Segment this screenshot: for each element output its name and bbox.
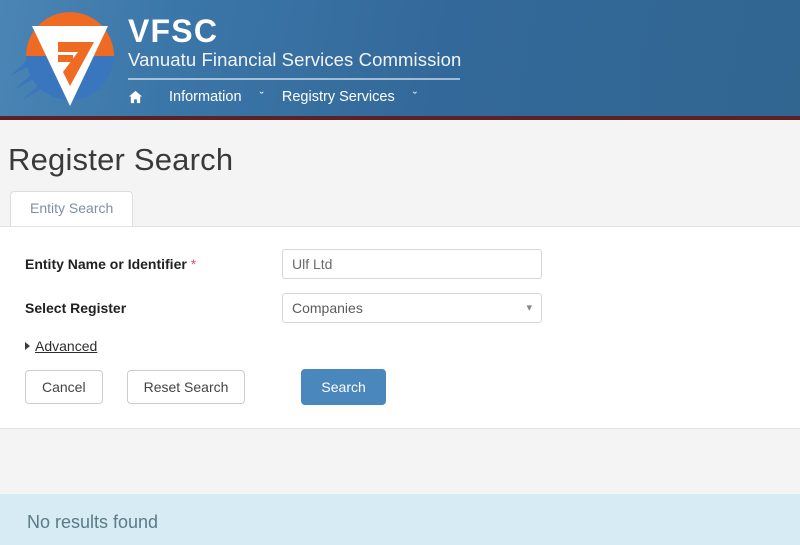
reset-search-button[interactable]: Reset Search — [126, 370, 246, 404]
form-row-select-register: Select Register Companies ▾ — [0, 293, 800, 323]
no-results-message: No results found — [0, 494, 800, 545]
results-spacer — [0, 429, 800, 494]
cancel-button[interactable]: Cancel — [25, 370, 103, 404]
label-entity-name-text: Entity Name or Identifier — [25, 256, 187, 272]
chevron-down-icon[interactable]: ˇ — [407, 86, 423, 108]
entity-name-input[interactable] — [282, 249, 542, 279]
search-form-card: Entity Name or Identifier * Select Regis… — [0, 226, 800, 429]
select-register-wrap: Companies ▾ — [282, 293, 542, 323]
triangle-right-icon — [25, 342, 30, 350]
brand-subtitle: Vanuatu Financial Services Commission — [128, 49, 462, 70]
form-actions: Cancel Reset Search Search — [25, 369, 386, 405]
label-select-register: Select Register — [25, 300, 127, 316]
brand-title: VFSC — [128, 13, 219, 49]
form-row-entity-name: Entity Name or Identifier * — [0, 249, 800, 279]
home-icon[interactable] — [128, 90, 157, 104]
advanced-toggle[interactable]: Advanced — [25, 338, 97, 354]
label-entity-name: Entity Name or Identifier * — [0, 256, 282, 272]
search-button[interactable]: Search — [301, 369, 386, 405]
tab-bar: Entity Search — [0, 190, 800, 226]
main-nav: Information ˇ Registry Services ˇ — [128, 86, 423, 108]
brand-divider — [128, 78, 460, 80]
nav-item-registry-services[interactable]: Registry Services — [270, 86, 407, 108]
required-marker: * — [190, 256, 197, 272]
nav-item-information[interactable]: Information — [157, 86, 254, 108]
site-header: VFSC Vanuatu Financial Services Commissi… — [0, 0, 800, 120]
page-title: Register Search — [8, 142, 234, 177]
chevron-down-icon[interactable]: ˇ — [254, 86, 270, 108]
brand-block: VFSC Vanuatu Financial Services Commissi… — [128, 14, 548, 80]
tab-entity-search[interactable]: Entity Search — [10, 191, 134, 226]
select-register[interactable]: Companies — [282, 293, 542, 323]
advanced-label[interactable]: Advanced — [35, 338, 97, 354]
vfsc-logo-icon[interactable] — [8, 2, 126, 114]
